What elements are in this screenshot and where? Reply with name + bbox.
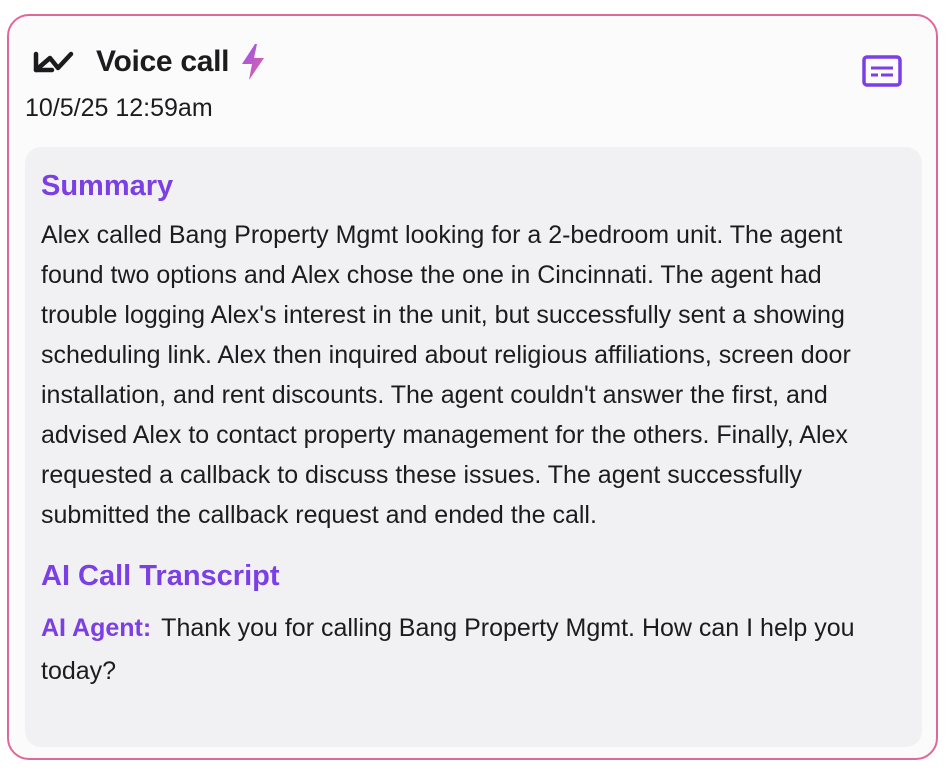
summary-text: Alex called Bang Property Mgmt looking f…: [41, 221, 851, 529]
transcript-toggle-button[interactable]: [860, 54, 904, 92]
call-card: Voice call 10/5/25 12:59am Summary Alex …: [7, 14, 938, 760]
transcript-entry: AI Agent: Thank you for calling Bang Prop…: [41, 607, 891, 693]
lightning-bolt-icon: [239, 42, 269, 82]
call-title: Voice call: [96, 45, 230, 78]
call-details-panel: Summary Alex called Bang Property Mgmt l…: [25, 147, 922, 747]
transcript-message: Thank you for calling Bang Property Mgmt…: [41, 614, 855, 685]
call-header: Voice call: [30, 42, 269, 82]
incoming-arrow-icon: [30, 42, 74, 82]
call-timestamp: 10/5/25 12:59am: [25, 94, 213, 122]
subtitles-icon: [862, 54, 902, 92]
transcript-speaker: AI Agent:: [41, 614, 152, 642]
summary-heading: Summary: [41, 170, 174, 202]
transcript-heading: AI Call Transcript: [41, 560, 280, 592]
